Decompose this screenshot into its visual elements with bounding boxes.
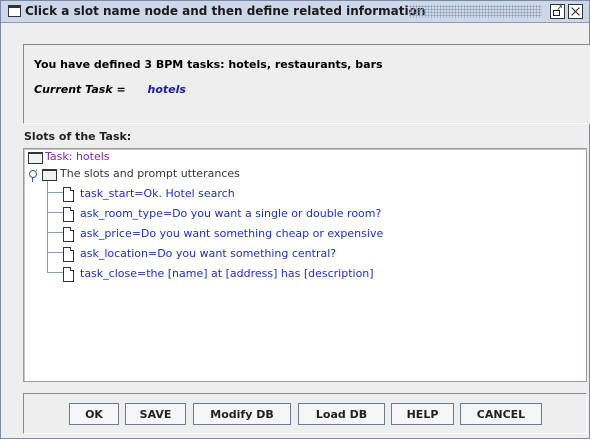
slot-label: ask_price=Do you want something cheap or… — [80, 227, 384, 240]
window-title: Click a slot name node and then define r… — [25, 4, 426, 18]
document-icon — [63, 207, 74, 222]
modify-db-button[interactable]: Modify DB — [193, 403, 291, 425]
slot-label: ask_location=Do you want something centr… — [80, 247, 337, 260]
tree-root-node[interactable]: Task: hotels — [24, 149, 224, 165]
ok-button[interactable]: OK — [69, 403, 119, 425]
slot-label: task_start=Ok. Hotel search — [80, 187, 235, 200]
close-icon[interactable] — [568, 4, 583, 19]
slot-node[interactable]: task_start=Ok. Hotel search — [24, 186, 424, 202]
current-task-label: Current Task = — [34, 83, 126, 96]
current-task-value: hotels — [147, 83, 186, 96]
current-task-line: Current Task = hotels — [34, 83, 186, 96]
expand-toggle-icon[interactable] — [29, 170, 37, 182]
slot-node[interactable]: ask_location=Do you want something centr… — [24, 246, 444, 262]
folder-icon — [42, 169, 57, 181]
window-icon — [8, 5, 21, 17]
slots-tree[interactable]: Task: hotels The slots and prompt uttera… — [23, 148, 587, 382]
button-bar: OK SAVE Modify DB Load DB HELP CANCEL — [23, 393, 587, 434]
cancel-button[interactable]: CANCEL — [460, 403, 542, 425]
title-bar[interactable]: Click a slot name node and then define r… — [1, 1, 589, 23]
save-button[interactable]: SAVE — [125, 403, 186, 425]
dialog-window: Click a slot name node and then define r… — [0, 0, 590, 439]
document-icon — [63, 247, 74, 262]
tree-group-node[interactable]: The slots and prompt utterances — [24, 166, 284, 182]
slot-node[interactable]: task_close=the [name] at [address] has [… — [24, 266, 444, 282]
document-icon — [63, 267, 74, 282]
document-icon — [63, 227, 74, 242]
help-button[interactable]: HELP — [391, 403, 454, 425]
restore-icon[interactable]: ↗ — [550, 4, 565, 19]
slot-node[interactable]: ask_price=Do you want something cheap or… — [24, 226, 444, 242]
slots-heading: Slots of the Task: — [24, 130, 132, 143]
tree-group-label: The slots and prompt utterances — [60, 167, 240, 180]
title-bar-grip — [409, 5, 542, 18]
task-info-panel: You have defined 3 BPM tasks: hotels, re… — [23, 44, 590, 124]
slot-node[interactable]: ask_room_type=Do you want a single or do… — [24, 206, 444, 222]
slot-label: ask_room_type=Do you want a single or do… — [80, 207, 382, 220]
slot-label: task_close=the [name] at [address] has [… — [80, 267, 374, 280]
defined-tasks-summary: You have defined 3 BPM tasks: hotels, re… — [34, 58, 383, 71]
folder-icon — [28, 152, 43, 164]
tree-root-label: Task: hotels — [45, 150, 110, 163]
load-db-button[interactable]: Load DB — [298, 403, 385, 425]
document-icon — [63, 187, 74, 202]
